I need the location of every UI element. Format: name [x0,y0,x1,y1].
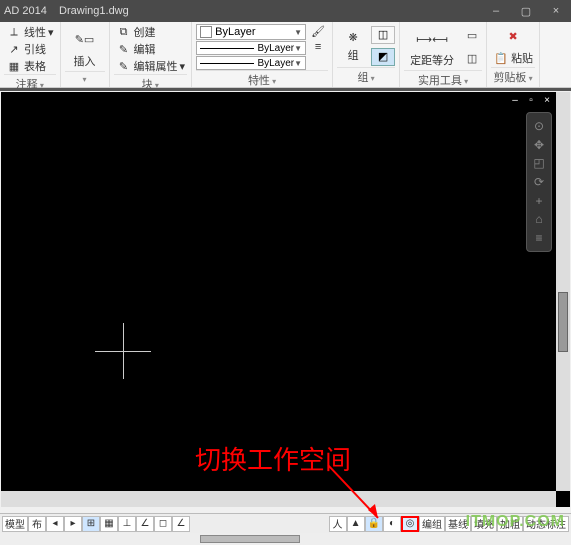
table-button[interactable]: ▦表格 [4,58,56,74]
nav-right-button[interactable]: ▸ [64,516,82,532]
otrack-toggle[interactable]: ∠ [172,516,190,532]
create-block-icon: ⧉ [116,25,132,39]
doc-restore-button[interactable]: ▫ [524,94,538,106]
nav-pan-icon[interactable]: ✥ [534,138,544,152]
nav-zoom-icon[interactable]: ◰ [533,156,544,170]
annovis-toggle[interactable]: ▲ [347,516,365,532]
color-dropdown[interactable]: ByLayer▼ [196,24,306,40]
ungroup-button[interactable]: ◫ [371,26,395,44]
leader-button[interactable]: ↗引线 [4,41,56,57]
list-icon: ≡ [310,40,326,54]
group-icon: ❋ [339,29,367,47]
measure-icon: ⟼⟻ [418,26,446,52]
lock-toggle[interactable]: 🔒 [365,516,383,532]
group-panel: ❋ 组 ◫ ◩ 组 [333,22,400,87]
edit-block-icon: ✎ [116,42,132,56]
lineweight-dropdown[interactable]: ByLayer▼ [196,56,306,70]
model-tab[interactable]: 模型 [2,516,28,532]
linear-dim-icon: ⟂ [6,25,22,39]
sb-group-button[interactable]: 编组 [419,516,445,532]
select-icon: ◫ [464,52,480,66]
calculator-icon: ▭ [464,28,480,42]
workspace-switch-button[interactable]: ◎ [401,516,419,532]
bottom-gutter [0,533,571,545]
close-button[interactable]: × [541,0,571,22]
utility-panel: ⟼⟻ 定距等分 ▭ ◫ 实用工具 [400,22,487,87]
paste-icon: 📋 [493,51,509,65]
doc-tab-strip [0,88,571,91]
vertical-scrollbar[interactable] [556,92,570,491]
util1-button[interactable]: ▭ [462,28,482,42]
horizontal-scrollbar[interactable] [1,491,556,507]
cut-button[interactable]: ✖ [502,25,524,47]
edit-attr-button[interactable]: ✎编辑属性 ▾ [114,58,188,74]
nav-showmotion-icon[interactable]: + [535,194,542,208]
grid-toggle[interactable]: ▦ [100,516,118,532]
ungroup-icon: ◫ [378,28,388,41]
polar-toggle[interactable]: ∠ [136,516,154,532]
linear-dim-button[interactable]: ⟂线性 ▾ [4,24,56,40]
insert-button[interactable]: ✎▭ 插入 [65,24,105,71]
insert-panel-label [65,71,105,85]
app-title: AD 2014 Drawing1.dwg [4,5,129,17]
restore-button[interactable]: ▢ [511,0,541,22]
ribbon: ⟂线性 ▾ ↗引线 ▦表格 注释 ✎▭ 插入 ⧉创建 ✎编辑 ✎编辑属性 ▾ 块 [0,22,571,88]
insert-panel: ✎▭ 插入 [61,22,110,87]
block-panel: ⧉创建 ✎编辑 ✎编辑属性 ▾ 块 [110,22,193,87]
nav-menu-icon[interactable]: ≡ [535,231,542,245]
table-icon: ▦ [6,59,22,73]
ortho-toggle[interactable]: ⊥ [118,516,136,532]
group-panel-label: 组 [337,67,395,85]
block-panel-label: 块 [114,74,188,92]
edit-block-button[interactable]: ✎编辑 [114,41,188,57]
annotation-panel-label: 注释 [4,74,56,92]
nav-bar: ⊙ ✥ ◰ ⟳ + ⌂ ≡ [526,112,552,252]
measure-button[interactable]: ⟼⟻ 定距等分 [404,24,460,70]
annoscale-toggle[interactable]: 人 [329,516,347,532]
group-select-button[interactable]: ◩ [371,48,395,66]
layout-tab[interactable]: 布 [28,516,46,532]
bottom-scroll-thumb[interactable] [200,535,300,543]
group-select-icon: ◩ [378,50,388,63]
annotation-text: 切换工作空间 [195,440,351,477]
watermark: ITMOP.COM [466,513,565,531]
doc-close-button[interactable]: × [540,94,554,106]
clipboard-panel-label: 剪贴板 [491,67,535,85]
snap-toggle[interactable]: ⊞ [82,516,100,532]
util2-button[interactable]: ◫ [462,52,482,66]
match-props-button[interactable]: 🖌 [308,24,328,38]
nav-orbit-icon[interactable]: ⟳ [534,175,544,189]
nav-left-button[interactable]: ◂ [46,516,64,532]
min-button[interactable]: – [481,0,511,22]
list-button[interactable]: ≡ [308,40,328,54]
nav-wheel-icon[interactable]: ⊙ [534,119,544,133]
hardware-toggle[interactable]: ◐ [383,516,401,532]
linetype-dropdown[interactable]: ByLayer▼ [196,41,306,55]
leader-icon: ↗ [6,42,22,56]
create-block-button[interactable]: ⧉创建 [114,24,188,40]
utility-panel-label: 实用工具 [404,70,482,88]
clipboard-panel: ✖ 📋粘贴 剪贴板 [487,22,540,87]
osnap-toggle[interactable]: ◻ [154,516,172,532]
group-button[interactable]: ❋ 组 [337,29,369,63]
titlebar: AD 2014 Drawing1.dwg – ▢ × [0,0,571,22]
properties-panel: ByLayer▼ ByLayer▼ ByLayer▼ 🖌 ≡ 特性 [192,22,333,87]
properties-panel-label: 特性 [196,70,328,88]
annotation-panel: ⟂线性 ▾ ↗引线 ▦表格 注释 [0,22,61,87]
edit-attr-icon: ✎ [116,59,132,73]
brush-icon: 🖌 [310,24,326,38]
color-swatch-icon [200,26,212,38]
cut-icon: ✖ [508,30,517,43]
doc-min-button[interactable]: – [508,94,522,106]
nav-home-icon[interactable]: ⌂ [535,212,542,226]
paste-button[interactable]: 📋粘贴 [491,50,535,66]
insert-icon: ✎▭ [71,27,99,53]
